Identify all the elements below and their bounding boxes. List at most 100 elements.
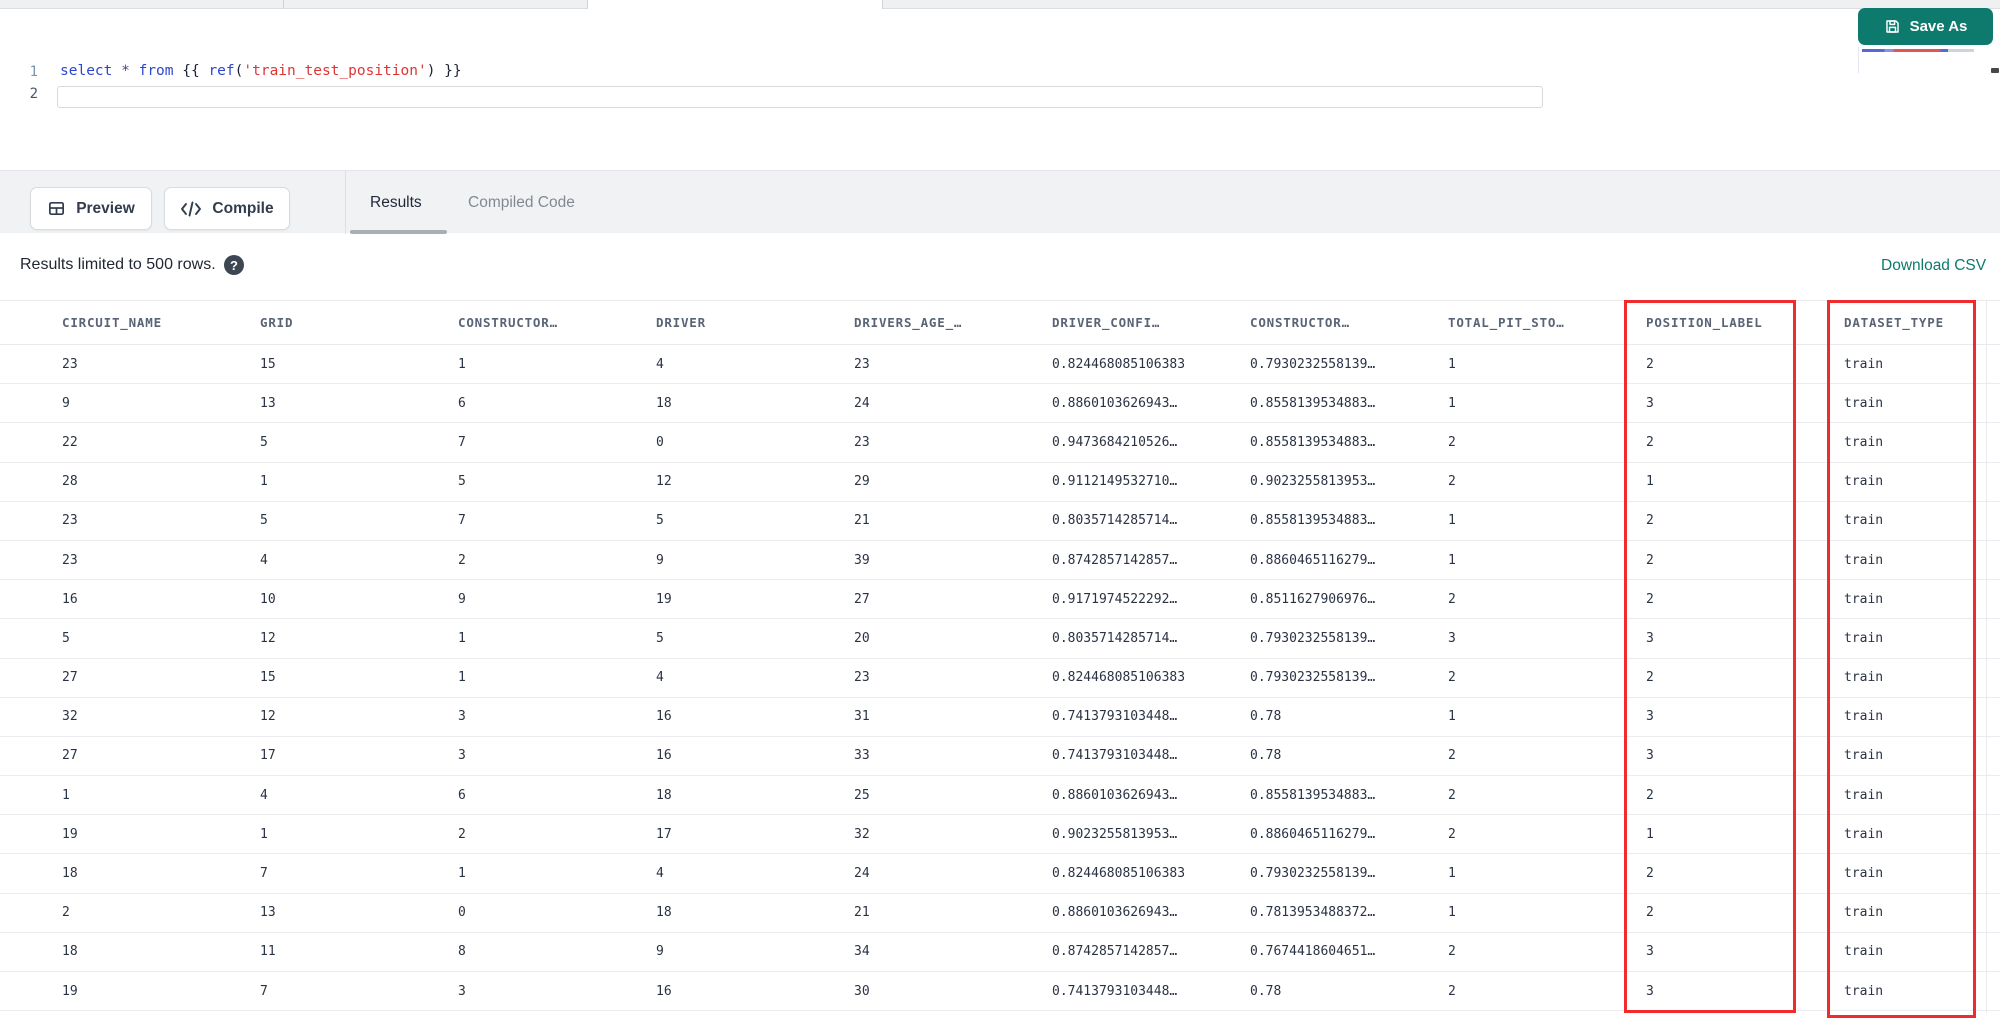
table-cell: 1 xyxy=(1448,356,1456,372)
table-cell: 19 xyxy=(62,826,78,842)
save-as-label: Save As xyxy=(1909,18,1968,35)
table-cell: 17 xyxy=(260,748,276,764)
table-cell: 7 xyxy=(458,434,466,450)
table-cell: 2 xyxy=(62,905,70,921)
table-cell: 23 xyxy=(854,434,870,450)
file-tab-strip[interactable] xyxy=(0,0,2000,9)
table-cell: 29 xyxy=(854,474,870,490)
table-cell: 30 xyxy=(854,983,870,999)
table-cell: 6 xyxy=(458,395,466,411)
sql-editor[interactable]: 1 2 select * from {{ ref('train_test_pos… xyxy=(0,10,1850,170)
active-file-tab[interactable] xyxy=(587,0,883,9)
table-cell: 0.7930232558139… xyxy=(1250,630,1376,646)
table-cell: 3 xyxy=(458,983,466,999)
action-bar: Preview Compile Results Compiled Code xyxy=(0,170,2000,234)
table-cell: 5 xyxy=(62,630,70,646)
save-as-button[interactable]: Save As xyxy=(1858,8,1993,45)
table-cell: 19 xyxy=(656,591,672,607)
table-cell: 0.78 xyxy=(1250,709,1282,725)
table-cell: 0.8558139534883… xyxy=(1250,787,1376,803)
table-cell: 2 xyxy=(1448,944,1456,960)
table-cell: 0.9023255813953… xyxy=(1052,826,1178,842)
table-cell: 0.824468085106383 xyxy=(1052,356,1186,372)
table-cell: 19 xyxy=(62,983,78,999)
table-cell: 2 xyxy=(1448,591,1456,607)
table-cell: 5 xyxy=(260,434,268,450)
table-cell: 0.7813953488372… xyxy=(1250,905,1376,921)
table-cell: 9 xyxy=(62,395,70,411)
cursor-line-box[interactable] xyxy=(57,86,1543,108)
table-cell: 0.9023255813953… xyxy=(1250,474,1376,490)
table-cell: 15 xyxy=(260,356,276,372)
column-header: CIRCUIT_NAME xyxy=(62,315,162,330)
download-csv-link[interactable]: Download CSV xyxy=(1881,257,1986,275)
table-cell: 0.8860465116279… xyxy=(1250,552,1376,568)
table-cell: 1 xyxy=(1448,905,1456,921)
editor-minimap[interactable] xyxy=(1858,47,1994,73)
code-token: ) }} xyxy=(426,63,462,79)
column-header: CONSTRUCTOR… xyxy=(458,315,558,330)
tab-compiled-code-label: Compiled Code xyxy=(468,193,575,211)
table-cell: 16 xyxy=(62,591,78,607)
table-cell: 1 xyxy=(1448,552,1456,568)
results-limit-note: Results limited to 500 rows. xyxy=(20,256,216,273)
table-cell: 0.9171974522292… xyxy=(1052,591,1178,607)
table-cell: 3 xyxy=(458,748,466,764)
compile-button[interactable]: Compile xyxy=(164,187,290,230)
table-cell: 2 xyxy=(1448,670,1456,686)
table-cell: 9 xyxy=(458,591,466,607)
code-token: * xyxy=(121,63,130,79)
column-header: DRIVER xyxy=(656,315,706,330)
scrollbar-marker[interactable] xyxy=(1991,68,1999,73)
table-cell: 32 xyxy=(854,826,870,842)
table-cell: 0.9473684210526… xyxy=(1052,434,1178,450)
tab-divider xyxy=(283,0,284,9)
table-cell: 0.7413793103448… xyxy=(1052,983,1178,999)
table-cell: 33 xyxy=(854,748,870,764)
annotation-box-dataset-type xyxy=(1827,300,1976,1018)
table-cell: 1 xyxy=(1448,513,1456,529)
help-glyph: ? xyxy=(230,257,238,273)
table-cell: 12 xyxy=(260,709,276,725)
preview-label: Preview xyxy=(76,199,135,217)
table-cell: 9 xyxy=(656,944,664,960)
table-cell: 15 xyxy=(260,670,276,686)
tab-results[interactable]: Results xyxy=(370,171,422,234)
table-cell: 2 xyxy=(458,826,466,842)
table-cell: 5 xyxy=(458,474,466,490)
code-line[interactable]: select * from {{ ref('train_test_positio… xyxy=(60,63,462,79)
table-cell: 5 xyxy=(656,513,664,529)
table-cell: 1 xyxy=(260,474,268,490)
table-cell: 7 xyxy=(458,513,466,529)
code-token: {{ xyxy=(173,63,209,79)
table-cell: 17 xyxy=(656,826,672,842)
table-cell: 0.8511627906976… xyxy=(1250,591,1376,607)
table-cell: 23 xyxy=(854,356,870,372)
column-header: CONSTRUCTOR… xyxy=(1250,315,1350,330)
table-cell: 2 xyxy=(1448,983,1456,999)
table-cell: 1 xyxy=(458,630,466,646)
tab-results-label: Results xyxy=(370,193,422,211)
table-cell: 27 xyxy=(62,748,78,764)
tab-compiled-code[interactable]: Compiled Code xyxy=(468,171,575,234)
help-icon[interactable]: ? xyxy=(224,255,244,275)
code-token: from xyxy=(138,63,174,79)
preview-button[interactable]: Preview xyxy=(30,187,152,230)
code-icon xyxy=(180,201,202,217)
table-cell: 0.8860103626943… xyxy=(1052,787,1178,803)
table-cell: 0.824468085106383 xyxy=(1052,866,1186,882)
table-cell: 1 xyxy=(260,826,268,842)
table-cell: 27 xyxy=(854,591,870,607)
table-right-edge xyxy=(1986,300,1987,1013)
table-cell: 23 xyxy=(62,552,78,568)
column-header: TOTAL_PIT_STO… xyxy=(1448,315,1565,330)
table-cell: 16 xyxy=(656,709,672,725)
save-icon xyxy=(1884,18,1901,35)
table-cell: 2 xyxy=(1448,434,1456,450)
table-cell: 0.7930232558139… xyxy=(1250,670,1376,686)
table-cell: 2 xyxy=(1448,748,1456,764)
table-cell: 3 xyxy=(458,709,466,725)
table-cell: 18 xyxy=(62,866,78,882)
table-cell: 39 xyxy=(854,552,870,568)
